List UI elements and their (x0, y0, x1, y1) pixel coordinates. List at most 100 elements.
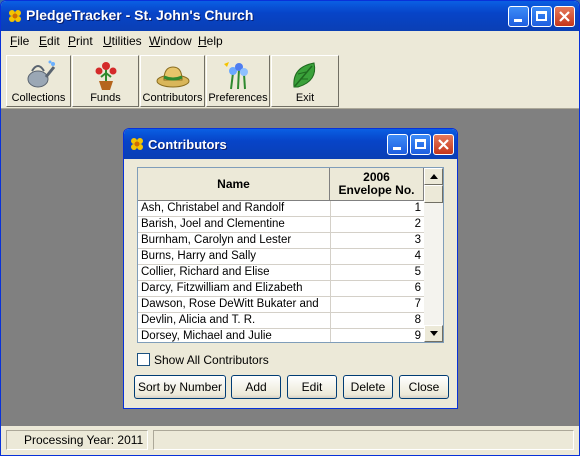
toolbar: Collections Funds Contributors Preferenc… (1, 52, 579, 109)
show-all-contributors-label[interactable]: Show All Contributors (154, 353, 269, 367)
dialog-close-x-button[interactable] (433, 134, 454, 155)
close-button[interactable] (554, 6, 575, 27)
cell-envelope: 8 (330, 313, 423, 328)
menu-window[interactable]: Window (149, 34, 192, 48)
cell-envelope: 4 (330, 249, 423, 264)
column-header-name[interactable]: Name (138, 168, 330, 201)
toolbar-preferences-label: Preferences (208, 92, 268, 104)
toolbar-preferences-button[interactable]: Preferences (206, 55, 270, 107)
toolbar-collections-label: Collections (11, 92, 66, 104)
cell-name: Burns, Harry and Sally (141, 250, 257, 262)
flower-pot-icon (95, 62, 116, 90)
menu-window-label: indow (160, 34, 192, 48)
dialog-minimize-button[interactable] (387, 134, 408, 155)
flowers-icon (224, 62, 248, 90)
toolbar-collections-button[interactable]: Collections (6, 55, 71, 107)
arrow-up-icon (430, 174, 438, 179)
maximize-icon (415, 139, 426, 149)
dialog-title: Contributors (148, 137, 227, 152)
minimize-icon (393, 147, 401, 150)
table-row[interactable]: Burnham, Carolyn and Lester 3 (138, 233, 424, 249)
cell-name: Ash, Christabel and Randolf (141, 202, 285, 214)
cell-envelope: 5 (330, 265, 423, 280)
close-icon (438, 139, 449, 150)
window-title: PledgeTracker - St. John's Church (26, 7, 254, 23)
menu-utilities-accel: U (103, 34, 112, 48)
sort-by-number-button[interactable]: Sort by Number (134, 375, 226, 399)
scroll-up-button[interactable] (424, 168, 443, 185)
delete-button[interactable]: Delete (343, 375, 393, 399)
cell-envelope: 9 (330, 329, 423, 342)
toolbar-contributors-label: Contributors (142, 92, 203, 104)
column-header-envelope[interactable]: 2006 Envelope No. (330, 168, 424, 201)
table-row[interactable]: Devlin, Alicia and T. R. 8 (138, 313, 424, 329)
toolbar-contributors-button[interactable]: Contributors (140, 55, 205, 107)
contributors-dialog: Contributors Name 2006 Envelope No. Ash,… (123, 128, 458, 409)
cell-name: Barish, Joel and Clementine (141, 218, 285, 230)
table-row[interactable]: Collier, Richard and Elise 5 (138, 265, 424, 281)
menu-utilities[interactable]: Utilities (103, 34, 142, 48)
scroll-thumb[interactable] (424, 185, 443, 203)
menu-utilities-label: tilities (111, 34, 142, 48)
cell-envelope: 6 (330, 281, 423, 296)
toolbar-exit-label: Exit (295, 92, 315, 104)
table-row[interactable]: Ash, Christabel and Randolf 1 (138, 201, 424, 217)
menu-file-label: ile (17, 34, 30, 48)
grid-vertical-scrollbar[interactable] (424, 168, 443, 342)
menu-print-label: rint (76, 34, 93, 48)
cell-envelope: 7 (330, 297, 423, 312)
minimize-button[interactable] (508, 6, 529, 27)
cell-envelope: 2 (330, 217, 423, 232)
menu-print[interactable]: Print (68, 34, 93, 48)
menu-bar: File Edit Print Utilities Window Help (1, 31, 579, 51)
dialog-maximize-button[interactable] (410, 134, 431, 155)
minimize-icon (514, 19, 522, 22)
toolbar-funds-button[interactable]: Funds (72, 55, 139, 107)
column-header-name-label: Name (217, 177, 250, 191)
cell-name: Collier, Richard and Elise (141, 266, 270, 278)
menu-help[interactable]: Help (198, 34, 223, 48)
maximize-button[interactable] (531, 6, 552, 27)
cell-name: Dawson, Rose DeWitt Bukater and (141, 298, 319, 310)
toolbar-funds-label: Funds (90, 92, 121, 104)
menu-help-accel: H (198, 34, 207, 48)
column-header-envelope-label: Envelope No. (338, 183, 415, 197)
menu-print-accel: P (68, 34, 77, 48)
menu-window-accel: W (149, 34, 161, 48)
scroll-down-button[interactable] (424, 325, 443, 342)
table-row[interactable]: Darcy, Fitzwilliam and Elizabeth 6 (138, 281, 424, 297)
dialog-title-bar[interactable]: Contributors (124, 129, 457, 159)
edit-button[interactable]: Edit (287, 375, 337, 399)
cell-name: Dorsey, Michael and Julie (141, 330, 272, 342)
status-bar: Processing Year: 2011 (1, 427, 579, 455)
watering-can-icon (27, 60, 55, 88)
straw-hat-icon (156, 66, 189, 88)
main-window: PledgeTracker - St. John's Church File E… (0, 0, 580, 456)
title-bar[interactable]: PledgeTracker - St. John's Church (1, 1, 579, 31)
cell-name: Devlin, Alicia and T. R. (141, 314, 256, 326)
menu-edit-label: dit (47, 34, 60, 48)
dialog-flower-icon (131, 138, 143, 150)
menu-edit[interactable]: Edit (39, 34, 60, 48)
table-row[interactable]: Dorsey, Michael and Julie 9 (138, 329, 424, 342)
close-dialog-button[interactable]: Close (399, 375, 449, 399)
menu-help-label: elp (206, 34, 223, 48)
cell-envelope: 3 (330, 233, 423, 248)
app-flower-icon (9, 10, 21, 22)
status-panel-empty (153, 430, 574, 450)
table-row[interactable]: Barish, Joel and Clementine 2 (138, 217, 424, 233)
toolbar-exit-button[interactable]: Exit (271, 55, 339, 107)
cell-name: Burnham, Carolyn and Lester (141, 234, 292, 246)
show-all-contributors-checkbox[interactable] (137, 353, 150, 366)
contributors-grid[interactable]: Name 2006 Envelope No. Ash, Christabel a… (137, 167, 444, 343)
close-icon (559, 11, 570, 22)
arrow-down-icon (430, 331, 438, 336)
add-button[interactable]: Add (231, 375, 281, 399)
processing-year-status: Processing Year: 2011 (6, 430, 148, 450)
table-row[interactable]: Burns, Harry and Sally 4 (138, 249, 424, 265)
table-row[interactable]: Dawson, Rose DeWitt Bukater and 7 (138, 297, 424, 313)
menu-edit-accel: E (39, 34, 48, 48)
cell-name: Darcy, Fitzwilliam and Elizabeth (141, 282, 303, 294)
leaf-icon (293, 62, 316, 88)
menu-file[interactable]: File (10, 34, 29, 48)
